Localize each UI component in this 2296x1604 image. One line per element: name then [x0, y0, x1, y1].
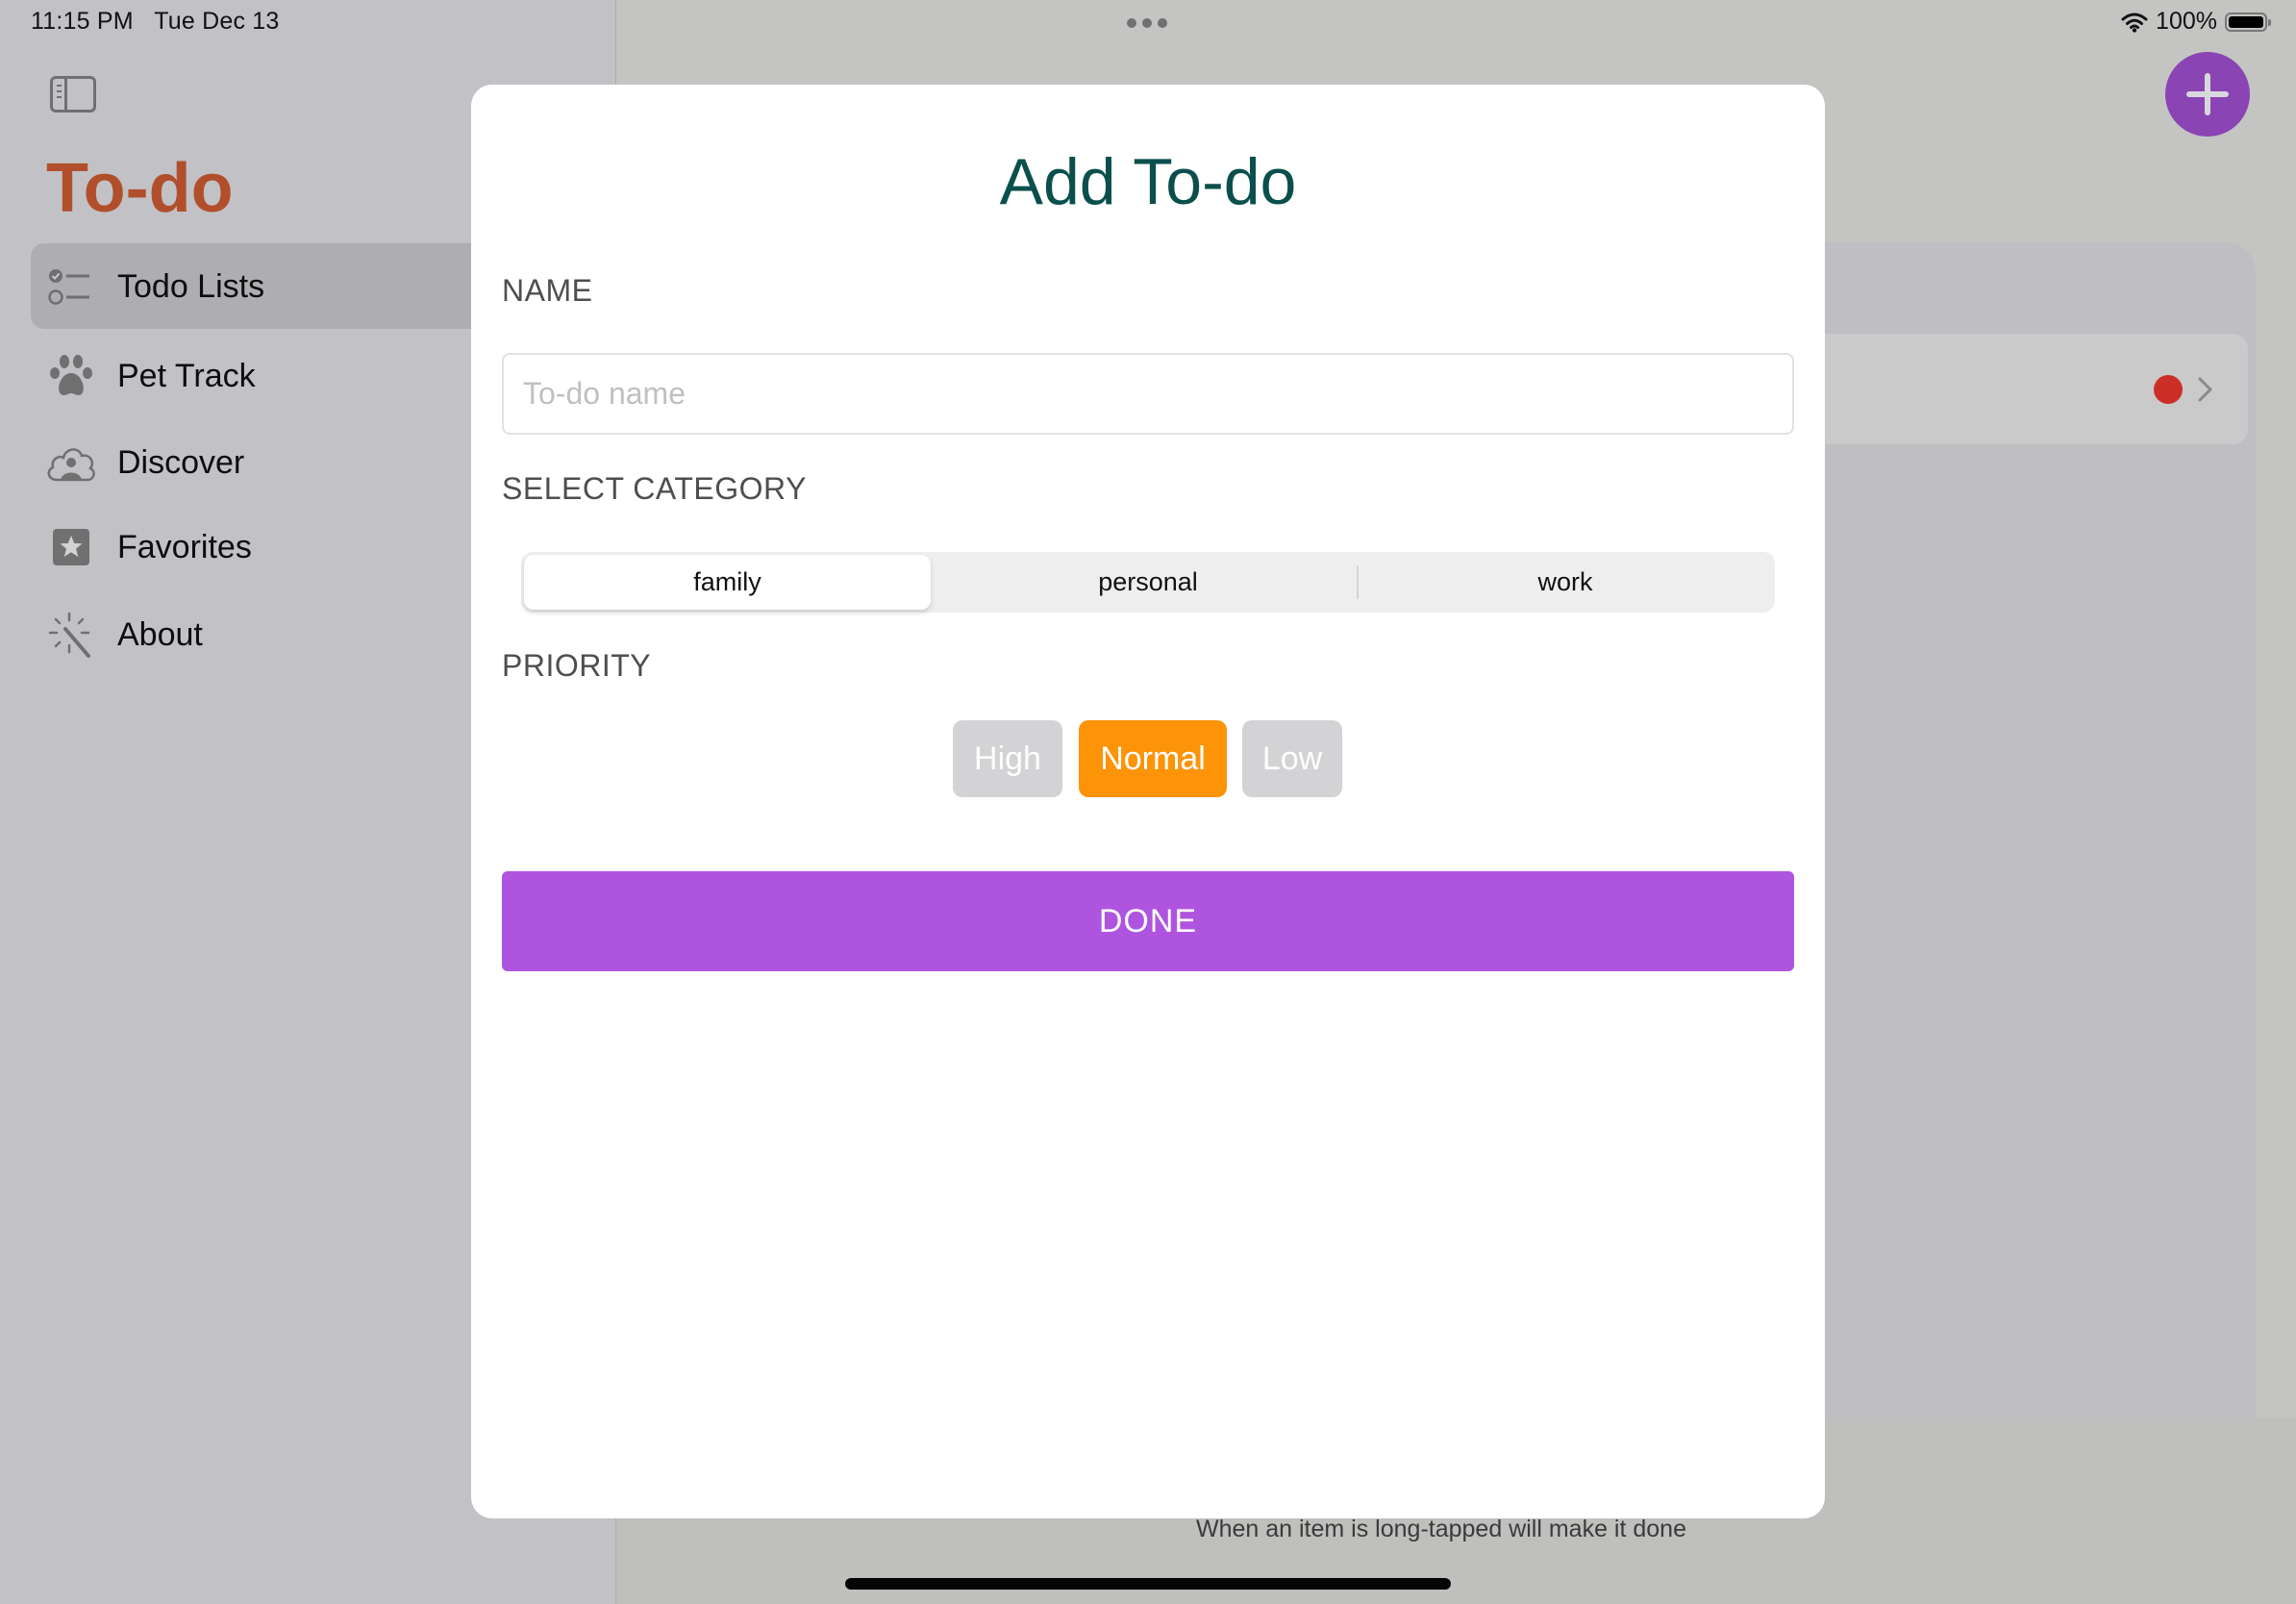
sidebar-item-about[interactable]: About — [44, 606, 203, 664]
segment-work[interactable]: work — [1359, 555, 1772, 610]
magic-wand-icon — [44, 611, 98, 659]
segment-personal[interactable]: personal — [940, 555, 1356, 610]
add-todo-modal — [471, 85, 1825, 1518]
priority-normal-button[interactable]: Normal — [1079, 720, 1227, 797]
done-button[interactable]: DONE — [502, 871, 1794, 971]
sidebar-item-discover[interactable]: Discover — [44, 434, 244, 491]
wifi-icon — [2121, 13, 2148, 33]
battery-percent: 100% — [2156, 8, 2217, 35]
app-title: To-do — [46, 150, 234, 227]
segment-label: personal — [1098, 567, 1198, 596]
checklist-icon — [44, 263, 98, 311]
home-indicator[interactable] — [845, 1578, 1451, 1590]
plus-icon — [2186, 73, 2229, 115]
status-indicators: 100% — [2121, 8, 2271, 36]
segment-label: work — [1537, 567, 1593, 596]
list-row[interactable] — [1825, 334, 2248, 444]
sidebar-item-label: Discover — [117, 443, 245, 481]
name-label: NAME — [502, 273, 593, 308]
sidebar-item-todo-lists[interactable]: Todo Lists — [44, 258, 264, 315]
sidebar-item-pet-track[interactable]: Pet Track — [44, 347, 256, 405]
priority-label-text: Normal — [1100, 739, 1206, 777]
sidebar-item-favorites[interactable]: Favorites — [44, 518, 252, 576]
sidebar-toggle-icon[interactable] — [50, 76, 96, 113]
category-segmented-control: family personal work — [521, 552, 1775, 613]
add-todo-button[interactable] — [2165, 52, 2250, 137]
priority-label-text: High — [974, 739, 1041, 777]
priority-label-text: Low — [1261, 739, 1323, 777]
sidebar-item-label: Favorites — [117, 528, 252, 565]
sidebar-item-label: Pet Track — [117, 357, 256, 394]
priority-label: PRIORITY — [502, 648, 652, 683]
status-date: Tue Dec 13 — [154, 8, 280, 35]
multitasking-dots-icon[interactable] — [1127, 18, 1167, 28]
status-time: 11:15 PM — [31, 8, 134, 35]
modal-title: Add To-do — [999, 145, 1297, 218]
sidebar-item-label: Todo Lists — [117, 267, 265, 305]
chevron-right-icon — [2196, 373, 2215, 414]
priority-high-button[interactable]: High — [953, 720, 1062, 797]
paw-icon — [44, 352, 98, 400]
sidebar-item-label: About — [117, 615, 203, 653]
priority-low-button[interactable]: Low — [1242, 720, 1342, 797]
segment-label: family — [693, 567, 761, 596]
status-time-date: 11:15 PM Tue Dec 13 — [31, 8, 280, 36]
segment-family[interactable]: family — [524, 555, 931, 610]
cloud-person-icon — [44, 439, 98, 487]
battery-icon — [2225, 12, 2271, 32]
done-label: DONE — [1098, 902, 1198, 940]
todo-name-input[interactable] — [502, 353, 1794, 435]
category-label: SELECT CATEGORY — [502, 471, 807, 506]
footer-hint: When an item is long-tapped will make it… — [1196, 1516, 1686, 1542]
priority-status-dot — [2154, 375, 2183, 404]
star-square-icon — [44, 523, 98, 571]
